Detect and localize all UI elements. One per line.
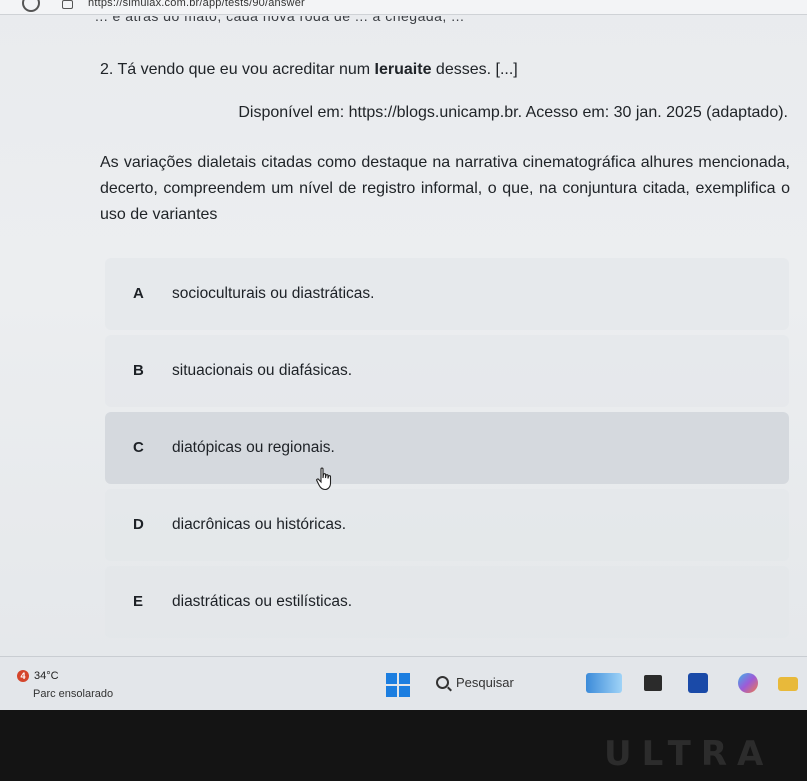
copilot-icon[interactable] [738,673,758,693]
option-text: socioculturais ou diastráticas. [172,285,375,302]
option-a[interactable]: A socioculturais ou diastráticas. [105,258,789,330]
option-text: diatópicas ou regionais. [172,439,335,456]
url-text[interactable]: https://simulax.com.br/app/tests/90/answ… [88,0,305,9]
site-info-icon[interactable] [62,0,73,9]
hand-cursor-icon [316,467,332,491]
option-text: situacionais ou diafásicas. [172,362,353,379]
windows-start-icon[interactable] [386,673,410,697]
taskbar: 4 34°C Parc ensolarado Pesquisar [0,656,807,711]
file-explorer-icon[interactable] [644,675,662,691]
weather-condition[interactable]: Parc ensolarado [33,688,113,700]
question-title-bold: Ieruaite [374,61,432,78]
option-text: diacrônicas ou históricas. [172,516,347,533]
question-title-prefix: 2. Tá vendo que eu vou acreditar num [100,61,375,78]
option-text: diastráticas ou estilísticas. [172,593,353,610]
weather-badge[interactable]: 4 [17,670,29,682]
option-d[interactable]: D diacrônicas ou históricas. [105,489,789,561]
option-c[interactable]: C diatópicas ou regionais. [105,412,789,484]
option-letter: E [133,593,144,610]
browser-address-bar[interactable]: https://simulax.com.br/app/tests/90/answ… [0,0,807,15]
option-letter: A [133,285,144,302]
option-letter: D [133,516,144,533]
question-source: Disponível em: https://blogs.unicamp.br.… [238,104,788,121]
widgets-icon[interactable] [586,673,622,693]
reload-icon[interactable] [22,0,40,12]
weather-temperature[interactable]: 34°C [34,670,59,682]
folder-icon[interactable] [778,677,798,691]
screen: https://simulax.com.br/app/tests/90/answ… [0,0,807,711]
taskbar-search[interactable]: Pesquisar [426,668,576,698]
cut-off-text: ... é atrás do mato, cada nova roda de .… [95,16,465,24]
question-title: 2. Tá vendo que eu vou acreditar num Ier… [100,57,518,83]
question-title-suffix: desses. [...] [431,61,518,78]
option-letter: C [133,439,144,456]
watermark: ULTRA [604,734,774,774]
option-e[interactable]: E diastráticas ou estilísticas. [105,566,789,638]
store-icon[interactable] [688,673,708,693]
cut-off-text-line: ... é atrás do mato, cada nova roda de .… [95,16,655,24]
search-icon [436,676,449,689]
question-stem: As variações dialetais citadas como dest… [100,154,790,223]
answer-options: A socioculturais ou diastráticas. B situ… [105,258,789,643]
search-label: Pesquisar [456,675,514,690]
option-letter: B [133,362,144,379]
option-b[interactable]: B situacionais ou diafásicas. [105,335,789,407]
